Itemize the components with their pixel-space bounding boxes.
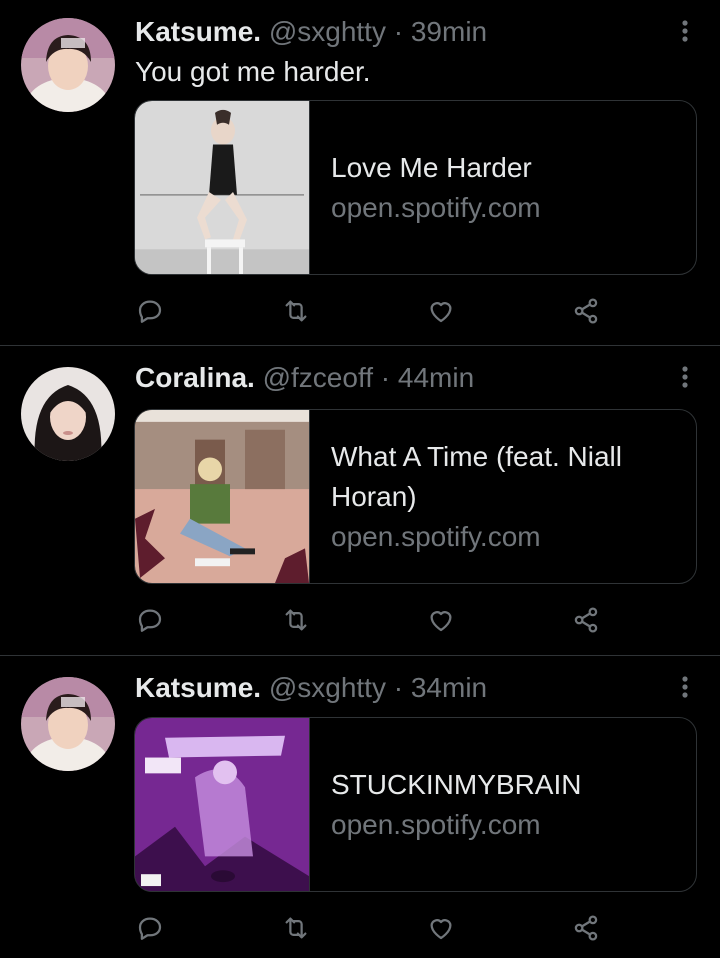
link-card[interactable]: STUCKINMYBRAIN open.spotify.com (134, 717, 697, 892)
card-title: STUCKINMYBRAIN (331, 768, 582, 800)
display-name[interactable]: Coralina. (135, 362, 255, 393)
card-title: What A Time (feat. Niall Horan) (331, 440, 622, 512)
avatar[interactable] (21, 18, 115, 112)
link-card[interactable]: Love Me Harder open.spotify.com (134, 100, 697, 275)
tweet[interactable]: Katsume. @sxghtty · 34min STUCKINMYBRAIN… (0, 656, 720, 958)
link-card[interactable]: What A Time (feat. Niall Horan) open.spo… (134, 409, 697, 584)
display-name[interactable]: Katsume. (135, 672, 261, 703)
share-icon[interactable] (568, 293, 604, 329)
album-art-image (135, 410, 310, 583)
separator: · (380, 362, 391, 393)
reply-icon[interactable] (132, 910, 168, 946)
heart-icon[interactable] (423, 602, 459, 638)
tweet-text: You got me harder. (135, 56, 371, 87)
tweet[interactable]: Katsume. @sxghtty · 39min You got me har… (0, 0, 720, 345)
tweet[interactable]: Coralina. @fzceoff · 44min What A Time (… (0, 346, 720, 654)
retweet-icon[interactable] (278, 602, 314, 638)
card-domain: open.spotify.com (331, 520, 541, 552)
action-bar (0, 910, 720, 950)
timestamp[interactable]: 39min (411, 16, 487, 47)
more-vertical-icon[interactable] (668, 360, 702, 394)
user-handle[interactable]: @sxghtty (269, 16, 386, 47)
more-vertical-icon[interactable] (668, 14, 702, 48)
avatar[interactable] (21, 677, 115, 771)
separator: · (393, 16, 404, 47)
avatar[interactable] (21, 367, 115, 461)
retweet-icon[interactable] (278, 293, 314, 329)
action-bar (0, 602, 720, 642)
action-bar (0, 293, 720, 333)
timestamp[interactable]: 44min (398, 362, 474, 393)
reply-icon[interactable] (132, 293, 168, 329)
tweet-header: Katsume. @sxghtty · 34min (135, 670, 487, 706)
tweet-header: Coralina. @fzceoff · 44min (135, 360, 474, 396)
display-name[interactable]: Katsume. (135, 16, 261, 47)
more-vertical-icon[interactable] (668, 670, 702, 704)
reply-icon[interactable] (132, 602, 168, 638)
card-body: What A Time (feat. Niall Horan) open.spo… (331, 410, 680, 583)
retweet-icon[interactable] (278, 910, 314, 946)
timeline-feed: Katsume. @sxghtty · 39min You got me har… (0, 0, 720, 958)
separator: · (393, 672, 404, 703)
share-icon[interactable] (568, 602, 604, 638)
card-body: Love Me Harder open.spotify.com (331, 101, 680, 274)
timestamp[interactable]: 34min (411, 672, 487, 703)
heart-icon[interactable] (423, 910, 459, 946)
user-handle[interactable]: @sxghtty (269, 672, 386, 703)
card-domain: open.spotify.com (331, 191, 541, 223)
card-body: STUCKINMYBRAIN open.spotify.com (331, 718, 680, 891)
tweet-header: Katsume. @sxghtty · 39min (135, 14, 487, 50)
album-art-image (135, 101, 310, 274)
album-art-image (135, 718, 310, 891)
card-domain: open.spotify.com (331, 808, 541, 840)
card-title: Love Me Harder (331, 151, 532, 183)
share-icon[interactable] (568, 910, 604, 946)
user-handle[interactable]: @fzceoff (263, 362, 373, 393)
heart-icon[interactable] (423, 293, 459, 329)
